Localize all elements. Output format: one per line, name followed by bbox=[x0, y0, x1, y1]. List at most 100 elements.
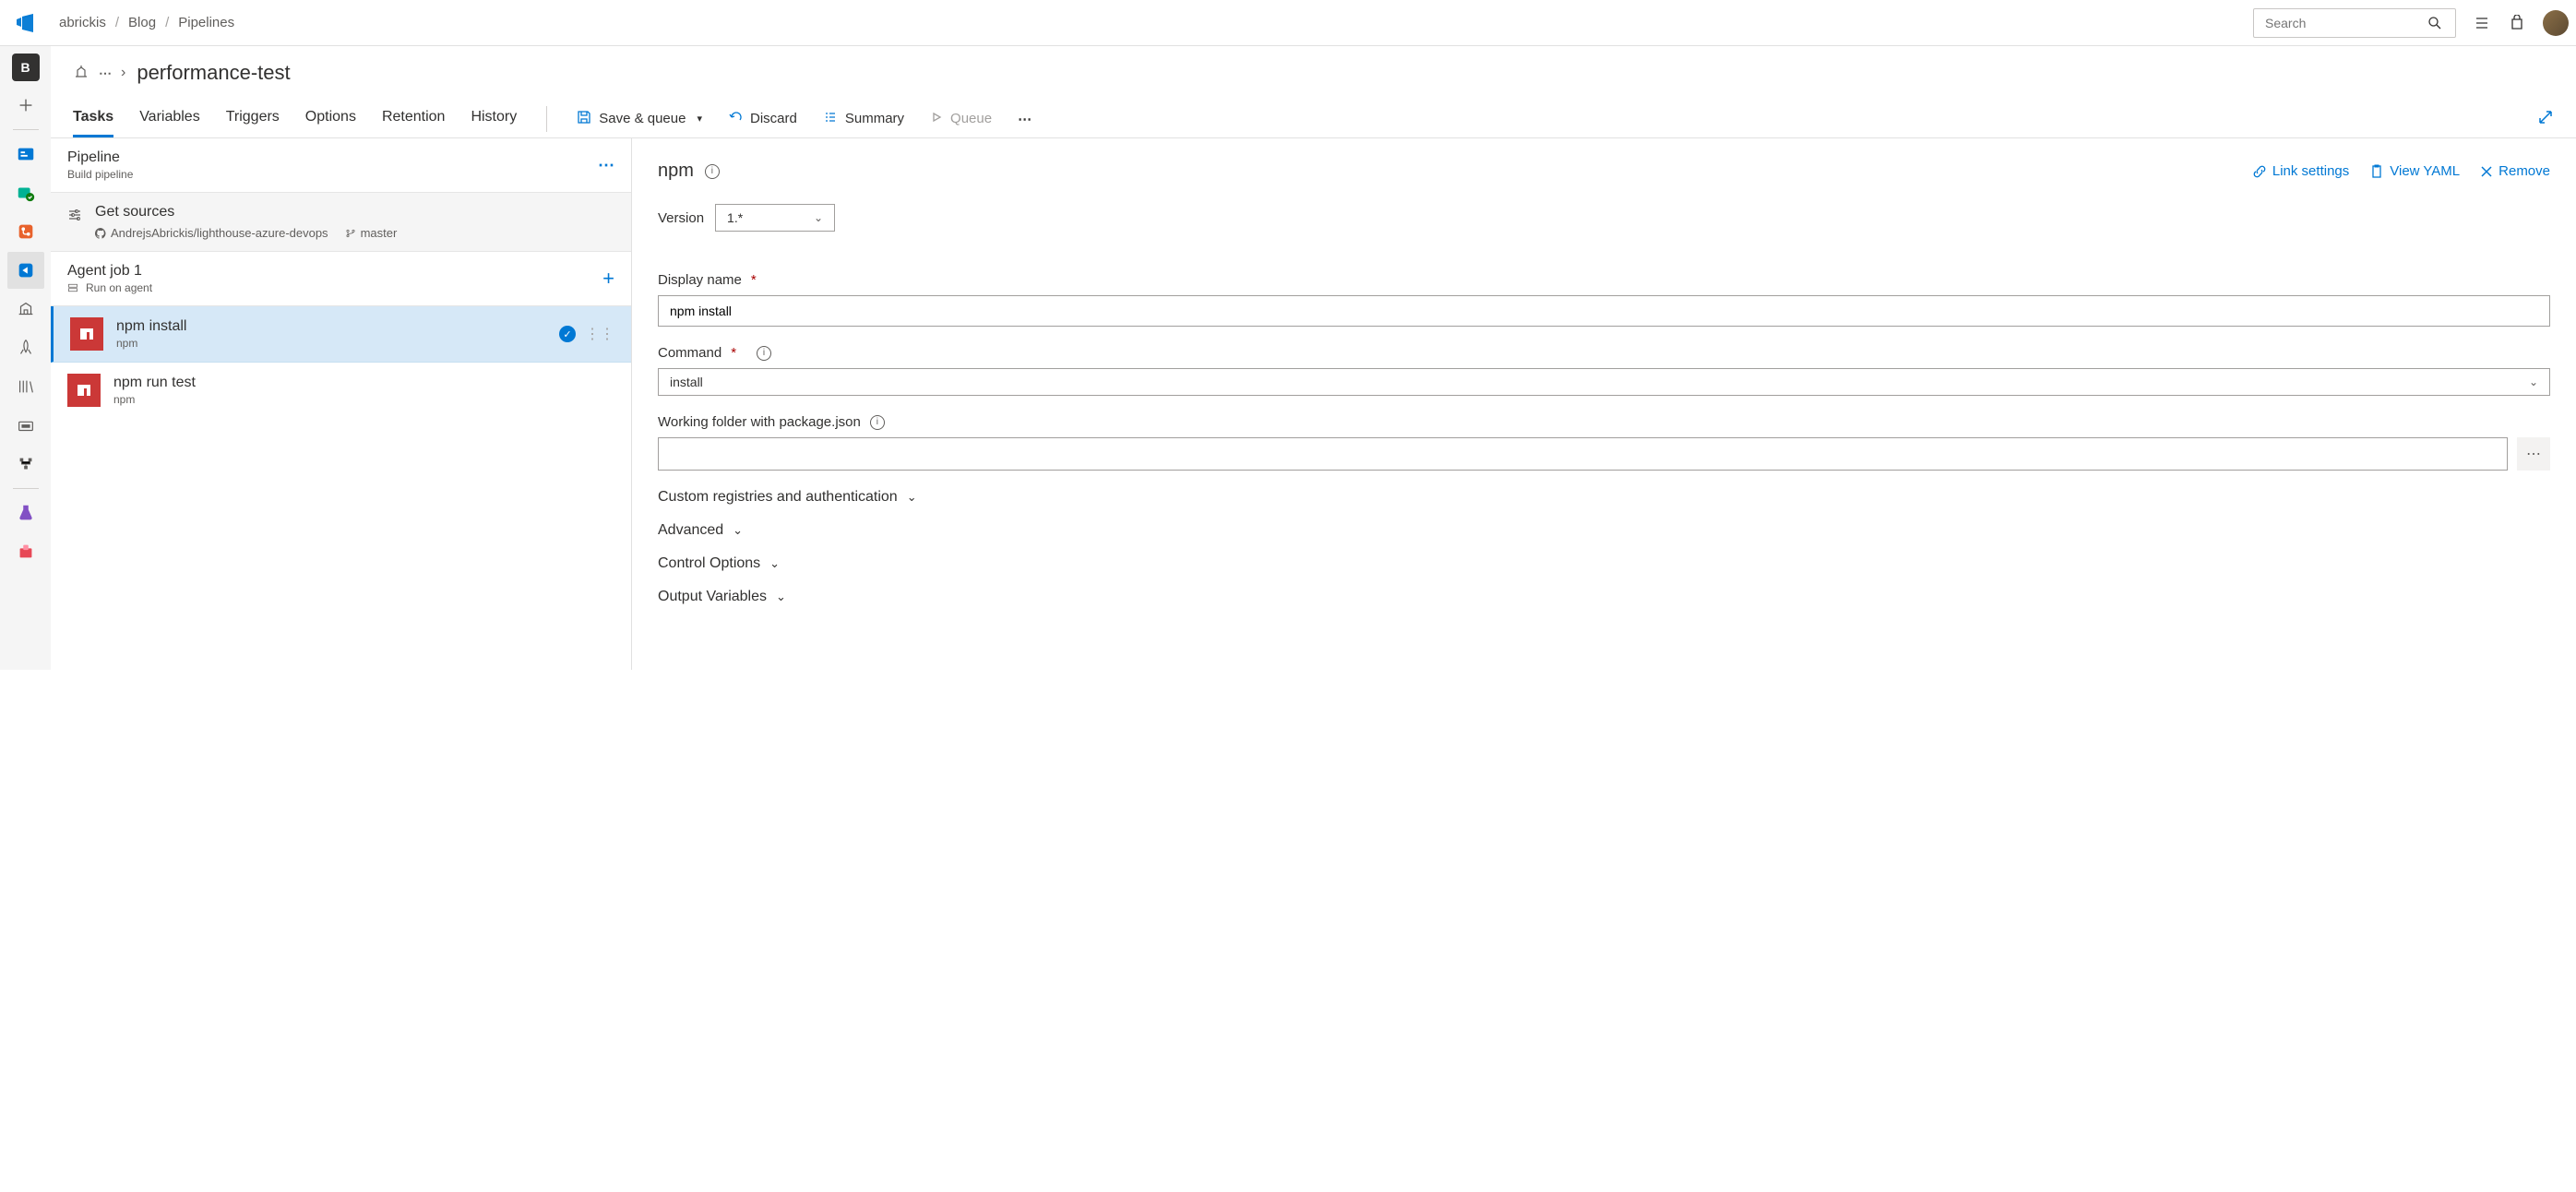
breadcrumb-project[interactable]: Blog bbox=[128, 15, 156, 30]
tab-retention[interactable]: Retention bbox=[382, 100, 446, 137]
add-task-button[interactable]: + bbox=[602, 267, 614, 291]
tab-triggers[interactable]: Triggers bbox=[226, 100, 280, 137]
view-yaml-button[interactable]: View YAML bbox=[2369, 163, 2460, 179]
chevron-down-icon: ⌄ bbox=[907, 490, 917, 505]
discard-button[interactable]: Discard bbox=[728, 110, 797, 128]
get-sources-item[interactable]: Get sources AndrejsAbrickis/lighthouse-a… bbox=[51, 193, 631, 252]
list-icon bbox=[823, 110, 838, 128]
undo-icon bbox=[728, 110, 743, 128]
section-registries[interactable]: Custom registries and authentication ⌄ bbox=[658, 489, 2550, 506]
command-value: install bbox=[670, 375, 703, 389]
chevron-down-icon: ⌄ bbox=[769, 556, 780, 571]
info-icon[interactable]: i bbox=[705, 164, 720, 179]
version-select[interactable]: 1.* ⌄ bbox=[715, 204, 835, 232]
toolbar-separator bbox=[546, 106, 547, 132]
command-label: Command bbox=[658, 345, 722, 361]
list-icon[interactable] bbox=[2473, 14, 2491, 32]
rail-repos-icon[interactable] bbox=[7, 213, 44, 250]
rail-add[interactable] bbox=[7, 87, 44, 124]
version-value: 1.* bbox=[727, 210, 743, 225]
command-select[interactable]: install ⌄ bbox=[658, 368, 2550, 396]
task-title: npm install bbox=[116, 318, 186, 335]
rail-library-icon[interactable] bbox=[7, 368, 44, 405]
rail-divider bbox=[13, 129, 39, 130]
rail-taskgroups-icon[interactable] bbox=[7, 407, 44, 444]
tab-tasks[interactable]: Tasks bbox=[73, 100, 113, 137]
rail-testplans-icon[interactable] bbox=[7, 495, 44, 531]
close-icon bbox=[2480, 165, 2493, 178]
more-button[interactable]: ⋯ bbox=[1018, 111, 1032, 127]
npm-icon bbox=[70, 317, 103, 351]
user-avatar[interactable] bbox=[2543, 10, 2569, 36]
required-marker: * bbox=[731, 345, 736, 361]
clipboard-icon bbox=[2369, 164, 2384, 179]
working-folder-input[interactable] bbox=[658, 437, 2508, 471]
topbar: abrickis / Blog / Pipelines bbox=[0, 0, 2576, 46]
tab-toolbar: Tasks Variables Triggers Options Retenti… bbox=[51, 92, 2576, 138]
info-icon[interactable]: i bbox=[870, 415, 885, 430]
task-title: npm run test bbox=[113, 375, 196, 391]
rail-releases-icon[interactable] bbox=[7, 329, 44, 366]
chevron-down-icon: ⌄ bbox=[733, 523, 743, 538]
breadcrumb-org[interactable]: abrickis bbox=[59, 15, 106, 30]
tab-history[interactable]: History bbox=[471, 100, 517, 137]
rail-deployment-icon[interactable] bbox=[7, 446, 44, 483]
settings-icon bbox=[67, 208, 82, 225]
task-npm-install[interactable]: npm install npm ✓ ⋮⋮ bbox=[51, 306, 631, 363]
page-title: performance-test bbox=[137, 61, 290, 85]
breadcrumb: abrickis / Blog / Pipelines bbox=[59, 15, 234, 30]
rail-project[interactable]: B bbox=[12, 54, 40, 81]
rail-work-icon[interactable] bbox=[7, 174, 44, 211]
breadcrumb-sep: / bbox=[165, 15, 169, 30]
queue-label: Queue bbox=[950, 111, 992, 126]
section-control-options[interactable]: Control Options ⌄ bbox=[658, 555, 2550, 572]
rail-builds-icon[interactable] bbox=[7, 291, 44, 328]
sources-branch: master bbox=[345, 226, 398, 240]
section-advanced[interactable]: Advanced ⌄ bbox=[658, 522, 2550, 539]
npm-icon bbox=[67, 374, 101, 407]
link-settings-button[interactable]: Link settings bbox=[2252, 163, 2349, 179]
sources-title: Get sources bbox=[95, 204, 397, 221]
rail-pipelines-icon[interactable] bbox=[7, 252, 44, 289]
link-icon bbox=[2252, 164, 2267, 179]
agent-job-item[interactable]: Agent job 1 Run on agent + bbox=[51, 252, 631, 306]
info-icon[interactable]: i bbox=[757, 346, 771, 361]
drag-handle-icon[interactable]: ⋮⋮ bbox=[585, 325, 614, 343]
queue-button: Queue bbox=[930, 111, 992, 127]
section-output-variables[interactable]: Output Variables ⌄ bbox=[658, 589, 2550, 605]
breadcrumb-sep: / bbox=[115, 15, 119, 30]
rail-artifacts-icon[interactable] bbox=[7, 533, 44, 570]
sources-repo: AndrejsAbrickis/lighthouse-azure-devops bbox=[95, 226, 328, 240]
pipeline-more-button[interactable]: ⋯ bbox=[598, 156, 614, 175]
pipeline-subtitle: Build pipeline bbox=[67, 168, 133, 181]
task-npm-run-test[interactable]: npm run test npm bbox=[51, 363, 631, 418]
search-input[interactable] bbox=[2265, 16, 2413, 30]
summary-label: Summary bbox=[845, 111, 904, 126]
pipeline-icon bbox=[73, 64, 89, 83]
working-folder-label: Working folder with package.json bbox=[658, 414, 861, 430]
more-icon[interactable]: ⋯ bbox=[99, 66, 112, 81]
rail-boards-icon[interactable] bbox=[7, 136, 44, 173]
tab-variables[interactable]: Variables bbox=[139, 100, 200, 137]
search-box[interactable] bbox=[2253, 8, 2456, 38]
azure-devops-logo[interactable] bbox=[7, 5, 44, 42]
expand-button[interactable] bbox=[2537, 109, 2554, 128]
remove-button[interactable]: Remove bbox=[2480, 163, 2550, 179]
pipeline-header[interactable]: Pipeline Build pipeline ⋯ bbox=[51, 138, 631, 193]
task-status-icon: ✓ bbox=[559, 326, 576, 342]
tab-options[interactable]: Options bbox=[305, 100, 356, 137]
display-name-input[interactable] bbox=[658, 295, 2550, 327]
server-icon bbox=[67, 282, 78, 293]
version-label: Version bbox=[658, 210, 704, 226]
browse-button[interactable]: ⋯ bbox=[2517, 437, 2550, 471]
pipeline-title: Pipeline bbox=[67, 149, 133, 166]
save-queue-button[interactable]: Save & queue ▾ bbox=[577, 110, 702, 128]
rail-divider bbox=[13, 488, 39, 489]
breadcrumb-section[interactable]: Pipelines bbox=[178, 15, 234, 30]
save-icon bbox=[577, 110, 591, 128]
discard-label: Discard bbox=[750, 111, 797, 126]
display-name-label: Display name bbox=[658, 272, 742, 288]
shopping-bag-icon[interactable] bbox=[2508, 14, 2526, 32]
summary-button[interactable]: Summary bbox=[823, 110, 904, 128]
agent-job-title: Agent job 1 bbox=[67, 263, 152, 280]
